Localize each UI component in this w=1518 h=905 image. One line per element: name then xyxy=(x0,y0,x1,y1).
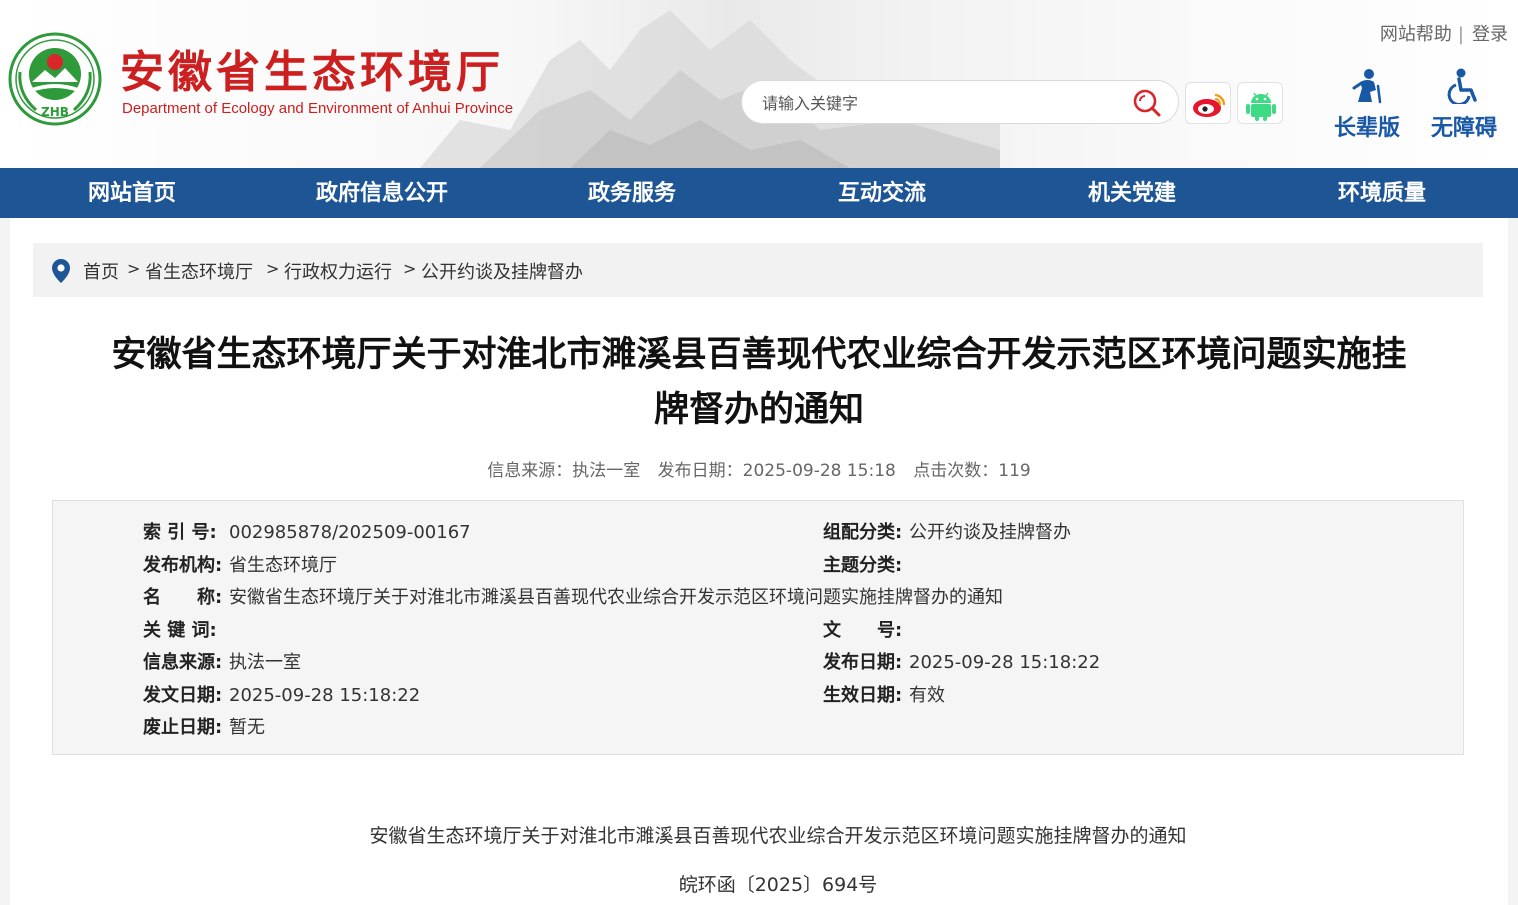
page-margin-right xyxy=(1508,218,1518,905)
info-doc-no: 文 号: xyxy=(823,620,903,641)
elderly-person-icon xyxy=(1352,69,1382,104)
elderly-mode-button[interactable]: 长辈版 xyxy=(1327,68,1407,142)
body-doc-number: 皖环函〔2025〕694号 xyxy=(678,874,878,896)
nav-interaction[interactable]: 互动交流 xyxy=(838,168,926,218)
nav-gov-info[interactable]: 政府信息公开 xyxy=(316,168,448,218)
nav-services[interactable]: 政务服务 xyxy=(588,168,676,218)
wheelchair-icon xyxy=(1447,68,1477,106)
accessibility-label: 无障碍 xyxy=(1430,116,1497,141)
info-effective-date: 生效日期: 有效 xyxy=(823,685,945,706)
elderly-mode-label: 长辈版 xyxy=(1333,116,1400,141)
breadcrumb-current[interactable]: 公开约谈及挂牌督办 xyxy=(421,258,583,284)
site-subtitle: Department of Ecology and Environment of… xyxy=(122,100,514,117)
nav-environment[interactable]: 环境质量 xyxy=(1338,168,1426,218)
top-links: 网站帮助 | 登录 xyxy=(1380,20,1508,46)
info-repeal-date: 废止日期: 暂无 xyxy=(143,717,265,738)
body-heading: 安徽省生态环境厅关于对淮北市濉溪县百善现代农业综合开发示范区环境问题实施挂牌督办… xyxy=(369,825,1187,847)
breadcrumb-home[interactable]: 首页 xyxy=(83,258,119,284)
info-keywords: 关 键 词: xyxy=(143,620,217,641)
info-publisher: 发布机构: 省生态环境厅 xyxy=(143,555,337,576)
article-title-line2: 牌督办的通知 xyxy=(653,390,864,430)
nav-home[interactable]: 网站首页 xyxy=(88,168,176,218)
article-meta: 信息来源：执法一室 发布日期：2025-09-28 15:18 点击次数：119 xyxy=(0,456,1518,481)
weibo-icon[interactable] xyxy=(1185,82,1231,124)
breadcrumb-separator: > xyxy=(127,259,141,278)
article-title: 安徽省生态环境厅关于对淮北市濉溪县百善现代农业综合开发示范区环境问题实施挂 牌督… xyxy=(40,328,1478,438)
article-title-line1: 安徽省生态环境厅关于对淮北市濉溪县百善现代农业综合开发示范区环境问题实施挂 xyxy=(111,335,1407,375)
breadcrumb-department[interactable]: 省生态环境厅 xyxy=(145,258,253,284)
info-source: 信息来源: 执法一室 xyxy=(143,652,301,673)
search-icon[interactable] xyxy=(1132,88,1162,118)
breadcrumb-admin-power[interactable]: 行政权力运行 xyxy=(284,258,392,284)
breadcrumb-separator: > xyxy=(266,259,280,278)
info-pub-date: 发布日期: 2025-09-28 15:18:22 xyxy=(823,652,1101,673)
breadcrumb-separator: > xyxy=(403,259,417,278)
search-box xyxy=(741,80,1179,124)
zhb-emblem-logo: ZHB xyxy=(8,32,102,126)
document-info-table: 索 引 号: 002985878/202509-00167 组配分类: 公开约谈及挂… xyxy=(52,500,1464,755)
svg-text:ZHB: ZHB xyxy=(41,105,69,119)
help-link[interactable]: 网站帮助 xyxy=(1380,24,1452,45)
accessibility-button[interactable]: 无障碍 xyxy=(1424,68,1504,142)
main-nav: 网站首页 政府信息公开 政务服务 互动交流 机关党建 环境质量 xyxy=(0,168,1518,218)
nav-party[interactable]: 机关党建 xyxy=(1088,168,1176,218)
site-title: 安徽省生态环境厅 xyxy=(120,47,504,98)
info-issue-date: 发文日期: 2025-09-28 15:18:22 xyxy=(143,685,421,706)
breadcrumb: 首页 > 省生态环境厅 > 行政权力运行 > 公开约谈及挂牌督办 xyxy=(33,243,1483,297)
android-icon[interactable] xyxy=(1237,82,1283,124)
info-index-no: 索 引 号: 002985878/202509-00167 xyxy=(143,522,471,543)
login-link[interactable]: 登录 xyxy=(1472,24,1508,45)
divider: | xyxy=(1457,24,1464,45)
search-input[interactable] xyxy=(760,91,1124,115)
info-topic: 主题分类: xyxy=(823,555,903,576)
site-header: ZHB 安徽省生态环境厅 Department of Ecology and E… xyxy=(0,0,1518,168)
meta-source: 信息来源：执法一室 xyxy=(487,461,641,481)
location-pin-icon xyxy=(52,259,70,283)
info-name: 名 称: 安徽省生态环境厅关于对淮北市濉溪县百善现代农业综合开发示范区环境问题实施… xyxy=(143,587,1003,608)
meta-hits: 点击次数：119 xyxy=(913,461,1031,481)
page-margin-left xyxy=(0,218,10,905)
meta-date: 发布日期：2025-09-28 15:18 xyxy=(657,461,896,481)
info-category: 组配分类: 公开约谈及挂牌督办 xyxy=(823,522,1071,543)
